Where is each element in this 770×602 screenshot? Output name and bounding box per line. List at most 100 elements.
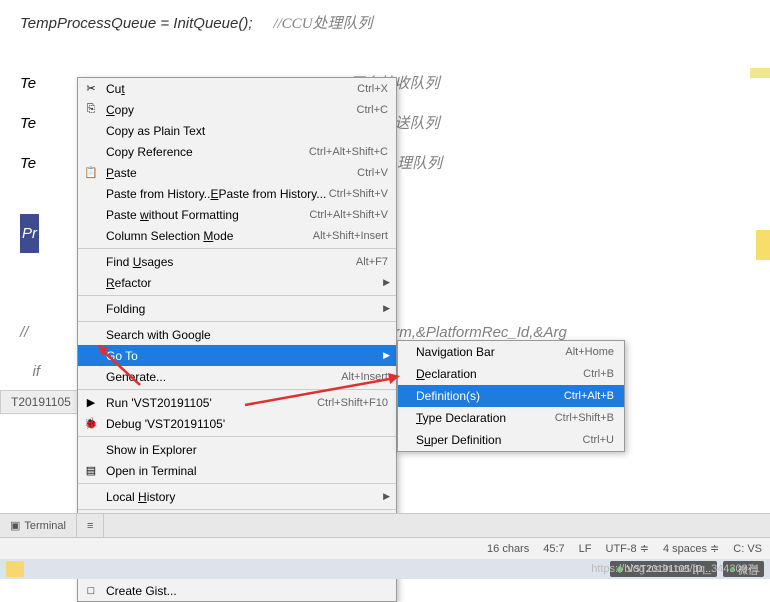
gutter-marker	[750, 68, 770, 78]
submenu-arrow-icon: ▶	[383, 277, 390, 288]
menu-label: Find Usages	[106, 255, 356, 269]
menu-item-copy-as-plain-text[interactable]: Copy as Plain Text	[78, 120, 396, 141]
menu-separator	[78, 509, 396, 510]
menu-icon: 📋	[84, 166, 98, 180]
menu-item-search-with-google[interactable]: Search with Google	[78, 324, 396, 345]
menu-label: Type Declaration	[416, 411, 555, 425]
menu-item-refactor[interactable]: Refactor▶	[78, 272, 396, 293]
submenu-arrow-icon: ▶	[383, 350, 390, 361]
menu-item-open-in-terminal[interactable]: ▤ Open in Terminal	[78, 460, 396, 481]
menu-icon: ▶	[84, 396, 98, 410]
menu-item-navigation-bar[interactable]: Navigation BarAlt+Home	[398, 341, 624, 363]
menu-label: Go To	[106, 349, 388, 363]
menu-label: Copy	[106, 103, 357, 117]
menu-label: Declaration	[416, 367, 583, 381]
menu-separator	[78, 248, 396, 249]
menu-separator	[78, 321, 396, 322]
menu-label: Cut	[106, 82, 357, 96]
menu-shortcut: Ctrl+Alt+Shift+V	[309, 209, 388, 221]
code-comment: //CCU处理队列	[273, 16, 372, 32]
menu-shortcut: Ctrl+C	[357, 104, 388, 116]
menu-icon: ⎘	[84, 103, 98, 117]
menu-label: Debug 'VST20191105'	[106, 417, 388, 431]
menu-item-paste-without-formatting[interactable]: Paste without FormattingCtrl+Alt+Shift+V	[78, 204, 396, 225]
menu-label: Paste without Formatting	[106, 208, 309, 222]
menu-item-show-in-explorer[interactable]: Show in Explorer	[78, 439, 396, 460]
code-text: if	[20, 363, 40, 380]
menu-label: Navigation Bar	[416, 345, 565, 359]
menu-item-type-declaration[interactable]: Type DeclarationCtrl+Shift+B	[398, 407, 624, 429]
menu-label: Local History	[106, 490, 388, 504]
menu-label: Paste from History..EPaste from History.…	[106, 187, 329, 201]
menu-item-cut[interactable]: ✂ CutCtrl+X	[78, 78, 396, 99]
menu-icon: ▤	[84, 464, 98, 478]
menu-shortcut: Ctrl+Shift+B	[555, 412, 614, 424]
menu-item-column-selection-mode[interactable]: Column Selection ModeAlt+Shift+Insert	[78, 225, 396, 246]
menu-shortcut: Ctrl+Shift+V	[329, 188, 388, 200]
menu-separator	[78, 436, 396, 437]
menu-label: Paste	[106, 166, 357, 180]
menu-label: Run 'VST20191105'	[106, 396, 317, 410]
menu-label: Search with Google	[106, 328, 388, 342]
menu-label: Generate...	[106, 370, 341, 384]
menu-shortcut: Ctrl+Shift+F10	[317, 397, 388, 409]
menu-item-paste[interactable]: 📋 PasteCtrl+V	[78, 162, 396, 183]
menu-label: Definition(s)	[416, 389, 564, 403]
status-context: C: VS	[733, 543, 762, 555]
menu-shortcut: Ctrl+U	[583, 434, 614, 446]
todo-icon: ≡	[87, 520, 93, 532]
menu-item-run-vst20191105[interactable]: ▶ Run 'VST20191105'Ctrl+Shift+F10	[78, 392, 396, 413]
menu-label: Open in Terminal	[106, 464, 388, 478]
menu-item-copy[interactable]: ⎘ CopyCtrl+C	[78, 99, 396, 120]
menu-label: Show in Explorer	[106, 443, 388, 457]
menu-shortcut: Alt+Shift+Insert	[313, 230, 388, 242]
menu-label: Super Definition	[416, 433, 583, 447]
todo-tab[interactable]: ≡	[77, 514, 104, 537]
menu-label: Create Gist...	[106, 584, 388, 598]
menu-item-definition-s[interactable]: Definition(s)Ctrl+Alt+B	[398, 385, 624, 407]
terminal-tab[interactable]: ▣Terminal	[0, 514, 77, 537]
menu-item-declaration[interactable]: DeclarationCtrl+B	[398, 363, 624, 385]
tool-window-bar: ▣Terminal ≡	[0, 513, 770, 537]
terminal-icon: ▣	[10, 519, 20, 532]
menu-shortcut: Alt+Home	[565, 346, 614, 358]
menu-shortcut: Alt+F7	[356, 256, 388, 268]
code-text: Te	[20, 155, 36, 172]
code-text: Te	[20, 75, 36, 92]
menu-item-paste-from-history[interactable]: Paste from History..EPaste from History.…	[78, 183, 396, 204]
menu-item-generate[interactable]: Generate...Alt+Insert	[78, 366, 396, 387]
menu-label: Column Selection Mode	[106, 229, 313, 243]
status-position[interactable]: 45:7	[543, 543, 564, 555]
submenu-arrow-icon: ▶	[383, 303, 390, 314]
menu-label: Copy as Plain Text	[106, 124, 388, 138]
menu-shortcut: Ctrl+Alt+B	[564, 390, 614, 402]
menu-item-create-gist[interactable]: □ Create Gist...	[78, 580, 396, 601]
menu-shortcut: Ctrl+B	[583, 368, 614, 380]
menu-icon: 🐞	[84, 417, 98, 431]
menu-item-folding[interactable]: Folding▶	[78, 298, 396, 319]
code-text: Te	[20, 115, 36, 132]
menu-shortcut: Alt+Insert	[341, 371, 388, 383]
menu-item-local-history[interactable]: Local History▶	[78, 486, 396, 507]
code-text: TempProcessQueue = InitQueue();	[20, 15, 253, 32]
menu-shortcut: Ctrl+V	[357, 167, 388, 179]
menu-item-find-usages[interactable]: Find UsagesAlt+F7	[78, 251, 396, 272]
menu-separator	[78, 295, 396, 296]
menu-icon: □	[84, 584, 98, 598]
status-line-separator[interactable]: LF	[579, 543, 592, 555]
menu-icon: ✂	[84, 82, 98, 96]
status-bar: 16 chars 45:7 LF UTF-8 ≑ 4 spaces ≑ C: V…	[0, 537, 770, 559]
menu-item-super-definition[interactable]: Super DefinitionCtrl+U	[398, 429, 624, 451]
menu-separator	[78, 483, 396, 484]
status-encoding[interactable]: UTF-8 ≑	[606, 542, 649, 555]
submenu-arrow-icon: ▶	[383, 491, 390, 502]
explorer-icon[interactable]	[6, 561, 24, 577]
file-tab[interactable]: T20191105	[0, 390, 82, 414]
menu-label: Refactor	[106, 276, 388, 290]
menu-item-debug-vst20191105[interactable]: 🐞 Debug 'VST20191105'	[78, 413, 396, 434]
menu-shortcut: Ctrl+X	[357, 83, 388, 95]
menu-item-copy-reference[interactable]: Copy ReferenceCtrl+Alt+Shift+C	[78, 141, 396, 162]
menu-item-go-to[interactable]: Go To▶	[78, 345, 396, 366]
status-indent[interactable]: 4 spaces ≑	[663, 542, 719, 555]
watermark: https://blog.csdn.net/qq_34430371	[591, 563, 760, 575]
